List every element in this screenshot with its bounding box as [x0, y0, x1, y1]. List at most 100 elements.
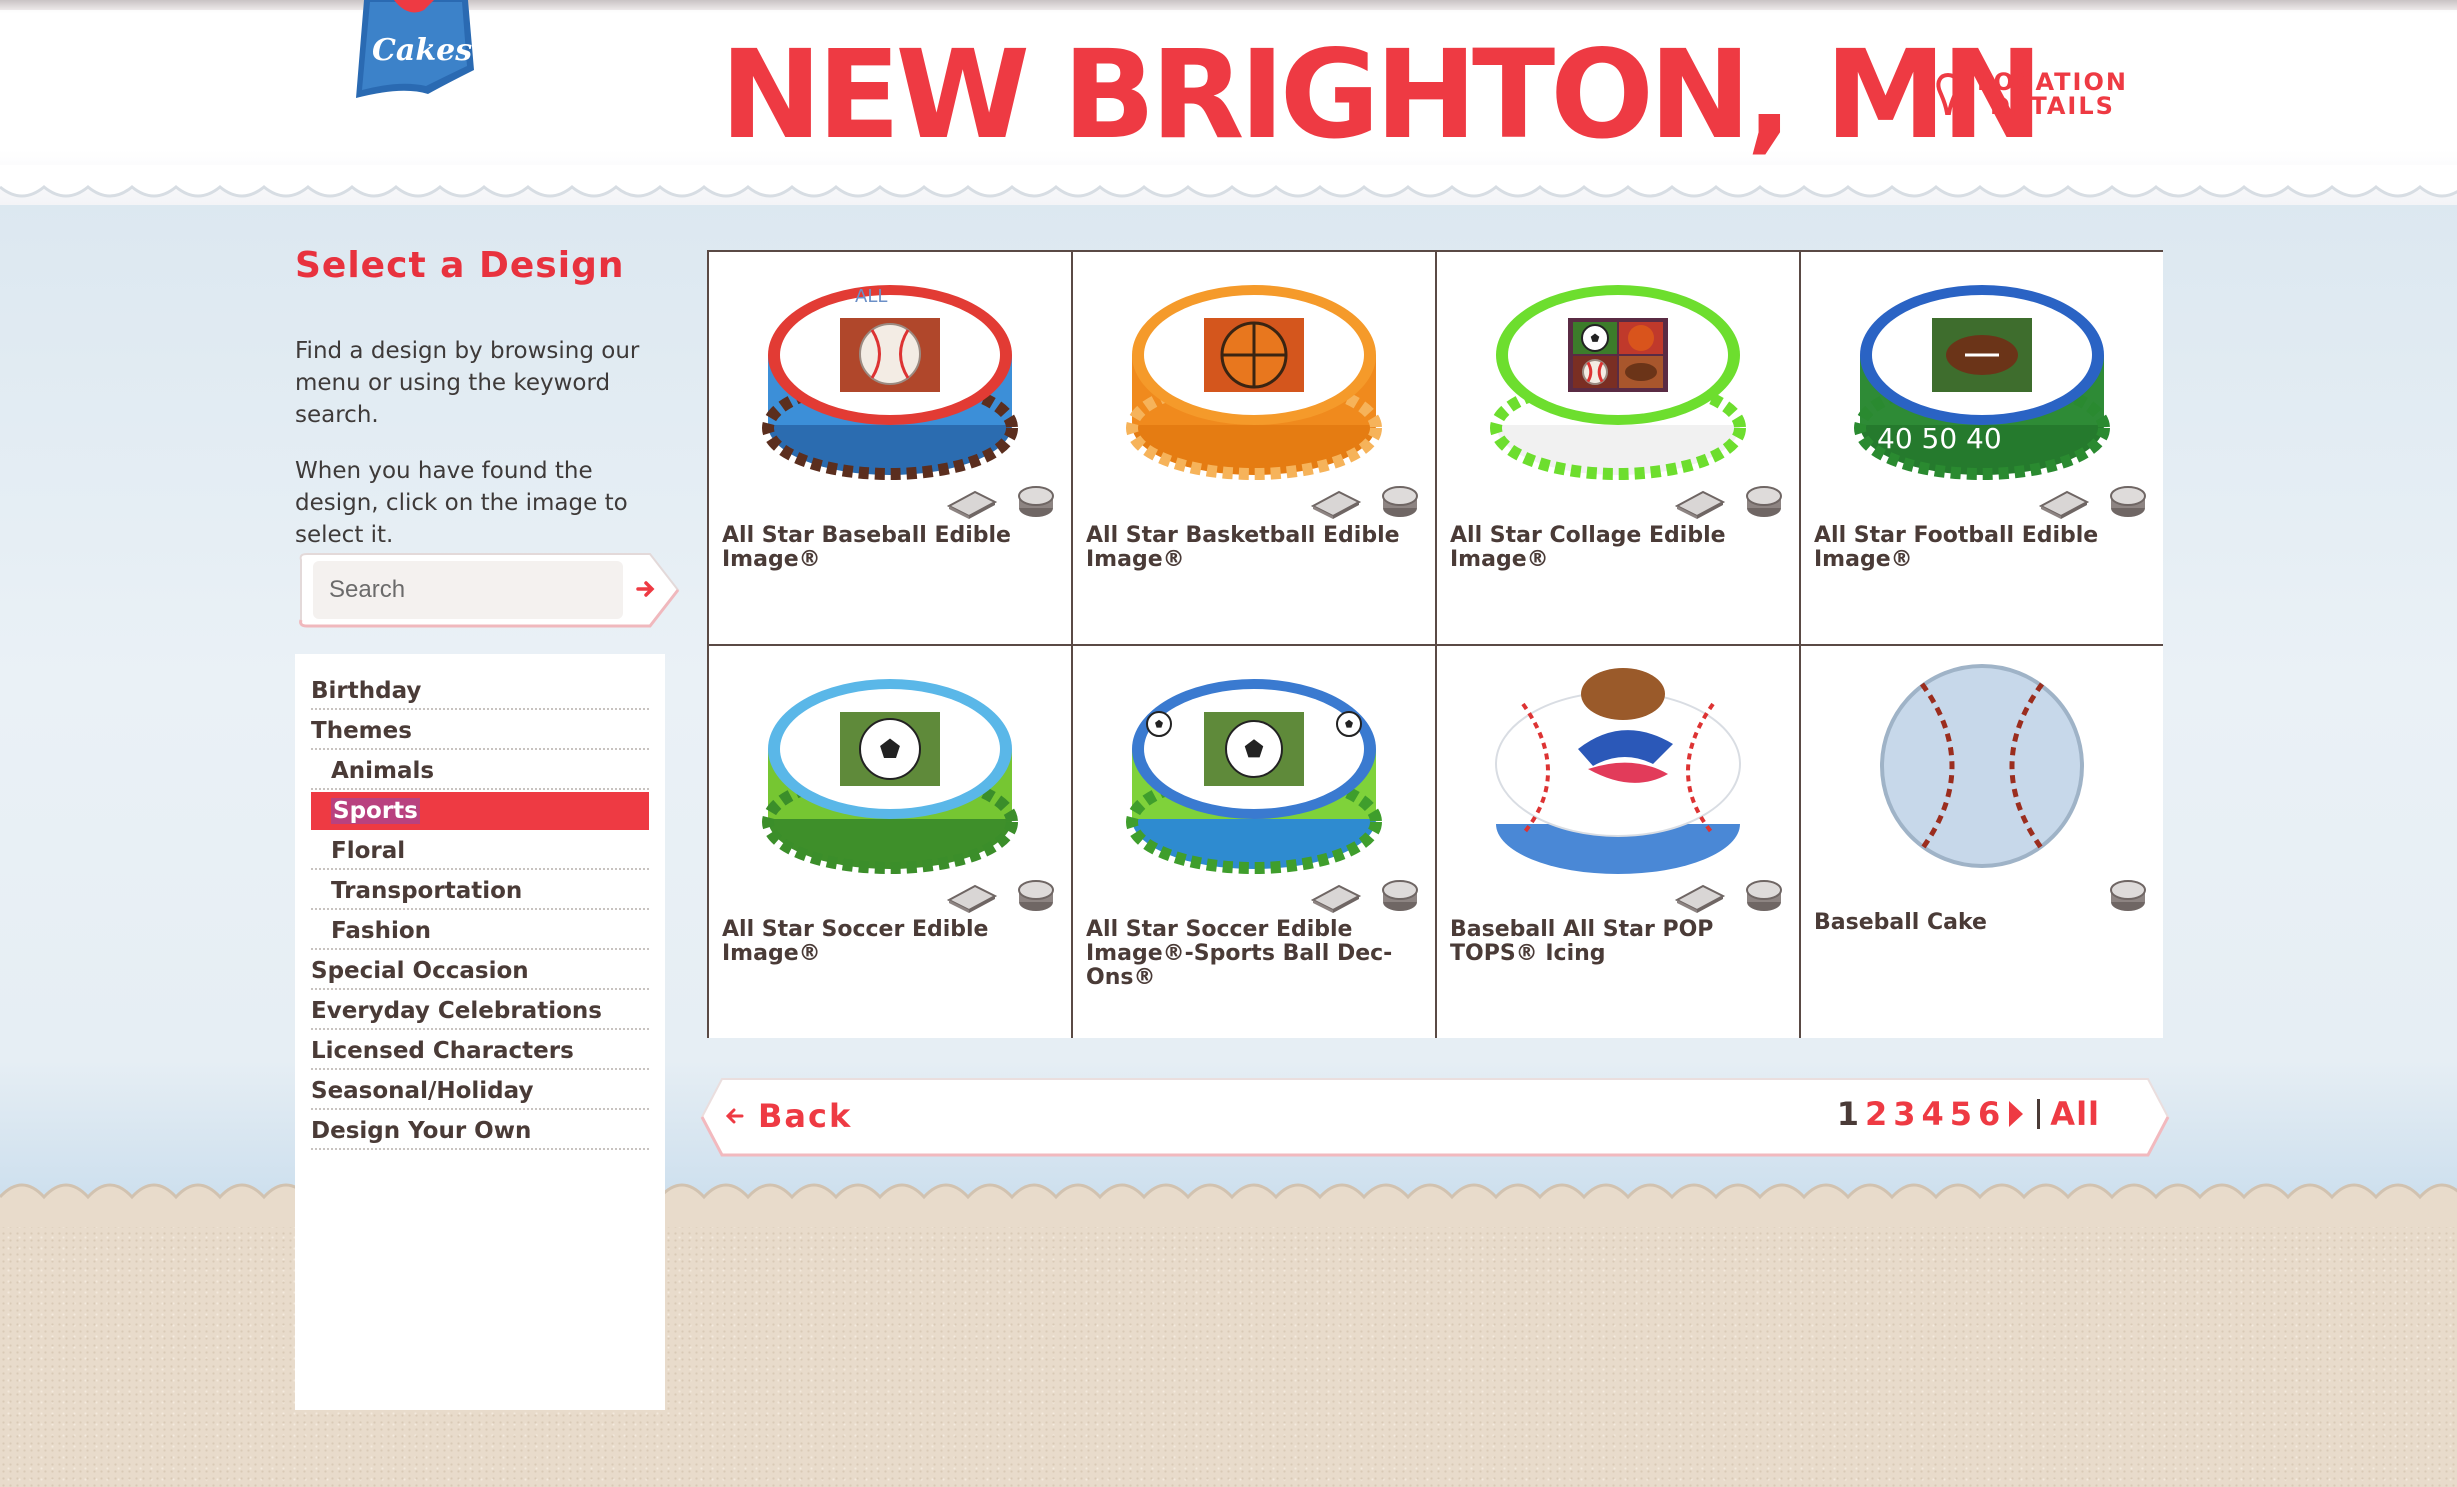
round-cake-icon: [1018, 880, 1054, 911]
page-link-2[interactable]: 2: [1862, 1095, 1890, 1133]
category-licensed-characters[interactable]: Licensed Characters: [311, 1032, 649, 1070]
page-link-6[interactable]: 6: [1975, 1095, 2003, 1133]
category-label: Design Your Own: [311, 1118, 532, 1144]
pager-divider: [2037, 1099, 2041, 1129]
sheet-cake-icon: [1310, 884, 1362, 913]
product-name: Baseball All Star POP TOPS® Icing: [1450, 917, 1714, 966]
round-cake-icon: [1018, 486, 1054, 517]
category-everyday-celebrations[interactable]: Everyday Celebrations: [311, 992, 649, 1030]
svg-text:40 50 40: 40 50 40: [1877, 422, 2002, 455]
cake-image: [1490, 285, 1746, 480]
sidebar: Select a Design Find a design by browsin…: [295, 245, 680, 1410]
back-button[interactable]: Back: [726, 1097, 852, 1135]
cake-image: [1126, 679, 1382, 874]
category-floral[interactable]: Floral: [311, 832, 649, 870]
page-link-1[interactable]: 1: [1834, 1095, 1862, 1133]
location-details-link[interactable]: LOCATION DETAILS: [1935, 70, 2128, 118]
size-icons: [1673, 484, 1783, 520]
category-label: Everyday Celebrations: [311, 998, 602, 1024]
search-arrow-icon[interactable]: [635, 578, 657, 600]
round-cake-icon: [2110, 486, 2146, 517]
category-label: Birthday: [311, 678, 422, 704]
category-themes[interactable]: Themes: [311, 712, 649, 750]
product-name: All Star Soccer Edible Image®-Sports Bal…: [1086, 917, 1393, 990]
round-cake-icon: [1382, 486, 1418, 517]
sheet-cake-icon: [946, 884, 998, 913]
size-icons: [2037, 484, 2147, 520]
search-input[interactable]: [313, 561, 623, 619]
product-card[interactable]: All Star Soccer Edible Image®-Sports Bal…: [1073, 646, 1435, 1038]
svg-text:ALL: ALL: [855, 286, 887, 307]
product-card[interactable]: 40 50 40 All Star Football Edible Image®: [1801, 252, 2163, 644]
sheet-cake-icon: [2038, 490, 2090, 519]
location-label-line1: LOCATION: [1977, 68, 2128, 96]
size-icons: [945, 878, 1055, 914]
product-name: Baseball Cake: [1814, 910, 1987, 935]
category-label: Sports: [331, 798, 420, 824]
product-name: All Star Basketball Edible Image®: [1086, 523, 1400, 572]
category-sports[interactable]: Sports: [311, 792, 649, 830]
product-card[interactable]: ALL All Star Baseball Edible Image®: [709, 252, 1071, 644]
site-header: Cakes NEW BRIGHTON, MN LOCATION DETAILS: [0, 0, 2457, 205]
cakes-logo[interactable]: Cakes: [350, 0, 480, 98]
page-link-4[interactable]: 4: [1919, 1095, 1947, 1133]
view-all-link[interactable]: All: [2050, 1095, 2100, 1133]
product-name: All Star Collage Edible Image®: [1450, 523, 1726, 572]
category-label: Licensed Characters: [311, 1038, 574, 1064]
category-label: Themes: [311, 718, 412, 744]
back-label: Back: [758, 1097, 853, 1135]
size-icons: [1309, 484, 1419, 520]
category-seasonal-holiday[interactable]: Seasonal/Holiday: [311, 1072, 649, 1110]
product-card[interactable]: All Star Soccer Edible Image®: [709, 646, 1071, 1038]
product-card[interactable]: Baseball Cake: [1801, 646, 2163, 1038]
cake-image: [1880, 664, 2084, 868]
round-cake-icon: [1746, 486, 1782, 517]
category-transportation[interactable]: Transportation: [311, 872, 649, 910]
pagination-bar: Back 1 2 3 4 5 6 All: [700, 1075, 2170, 1160]
size-icons: [1673, 878, 1783, 914]
category-special-occasion[interactable]: Special Occasion: [311, 952, 649, 990]
sheet-cake-icon: [1674, 884, 1726, 913]
product-card[interactable]: Baseball All Star POP TOPS® Icing: [1437, 646, 1799, 1038]
category-birthday[interactable]: Birthday: [311, 672, 649, 710]
sheet-cake-icon: [1674, 490, 1726, 519]
location-label-line2: DETAILS: [1990, 92, 2115, 120]
size-icons: [2109, 878, 2147, 914]
category-label: Transportation: [331, 878, 523, 904]
product-card[interactable]: All Star Collage Edible Image®: [1437, 252, 1799, 644]
cake-image: [1126, 285, 1382, 480]
intro-text-select: When you have found the design, click on…: [295, 458, 628, 548]
cake-image: 40 50 40: [1854, 285, 2110, 480]
product-card[interactable]: All Star Basketball Edible Image®: [1073, 252, 1435, 644]
intro-text-browse: Find a design by browsing our menu or us…: [295, 338, 640, 428]
product-name: All Star Football Edible Image®: [1814, 523, 2099, 572]
header-scallop-edge: [0, 165, 2457, 198]
round-cake-icon: [2110, 880, 2146, 911]
category-design-your-own[interactable]: Design Your Own: [311, 1112, 649, 1150]
select-design-heading: Select a Design: [295, 245, 625, 286]
page-link-5[interactable]: 5: [1947, 1095, 1975, 1133]
round-cake-icon: [1746, 880, 1782, 911]
category-animals[interactable]: Animals: [311, 752, 649, 790]
page-title: NEW BRIGHTON, MN: [720, 24, 2043, 166]
product-name: All Star Soccer Edible Image®: [722, 917, 989, 966]
category-label: Animals: [331, 758, 435, 784]
category-menu: Birthday Themes Animals Sports Floral Transpo…: [295, 654, 665, 1410]
location-details-label: LOCATION DETAILS: [1977, 70, 2128, 118]
size-icons: [945, 484, 1055, 520]
sheet-cake-icon: [946, 490, 998, 519]
page-link-3[interactable]: 3: [1890, 1095, 1918, 1133]
category-fashion[interactable]: Fashion: [311, 912, 649, 950]
cake-image: [1495, 668, 1741, 874]
cake-image: [762, 679, 1018, 874]
next-page-icon[interactable]: [2009, 1101, 2024, 1127]
map-pin-icon: [1936, 73, 1960, 115]
product-name: All Star Baseball Edible Image®: [722, 523, 1011, 572]
back-arrow-icon: [726, 1108, 744, 1124]
round-cake-icon: [1382, 880, 1418, 911]
page-links: 1 2 3 4 5 6 All: [1834, 1095, 2100, 1133]
size-icons: [1309, 878, 1419, 914]
sheet-cake-icon: [1310, 490, 1362, 519]
logo-wordmark: Cakes: [372, 33, 472, 68]
category-label: Fashion: [331, 918, 432, 944]
